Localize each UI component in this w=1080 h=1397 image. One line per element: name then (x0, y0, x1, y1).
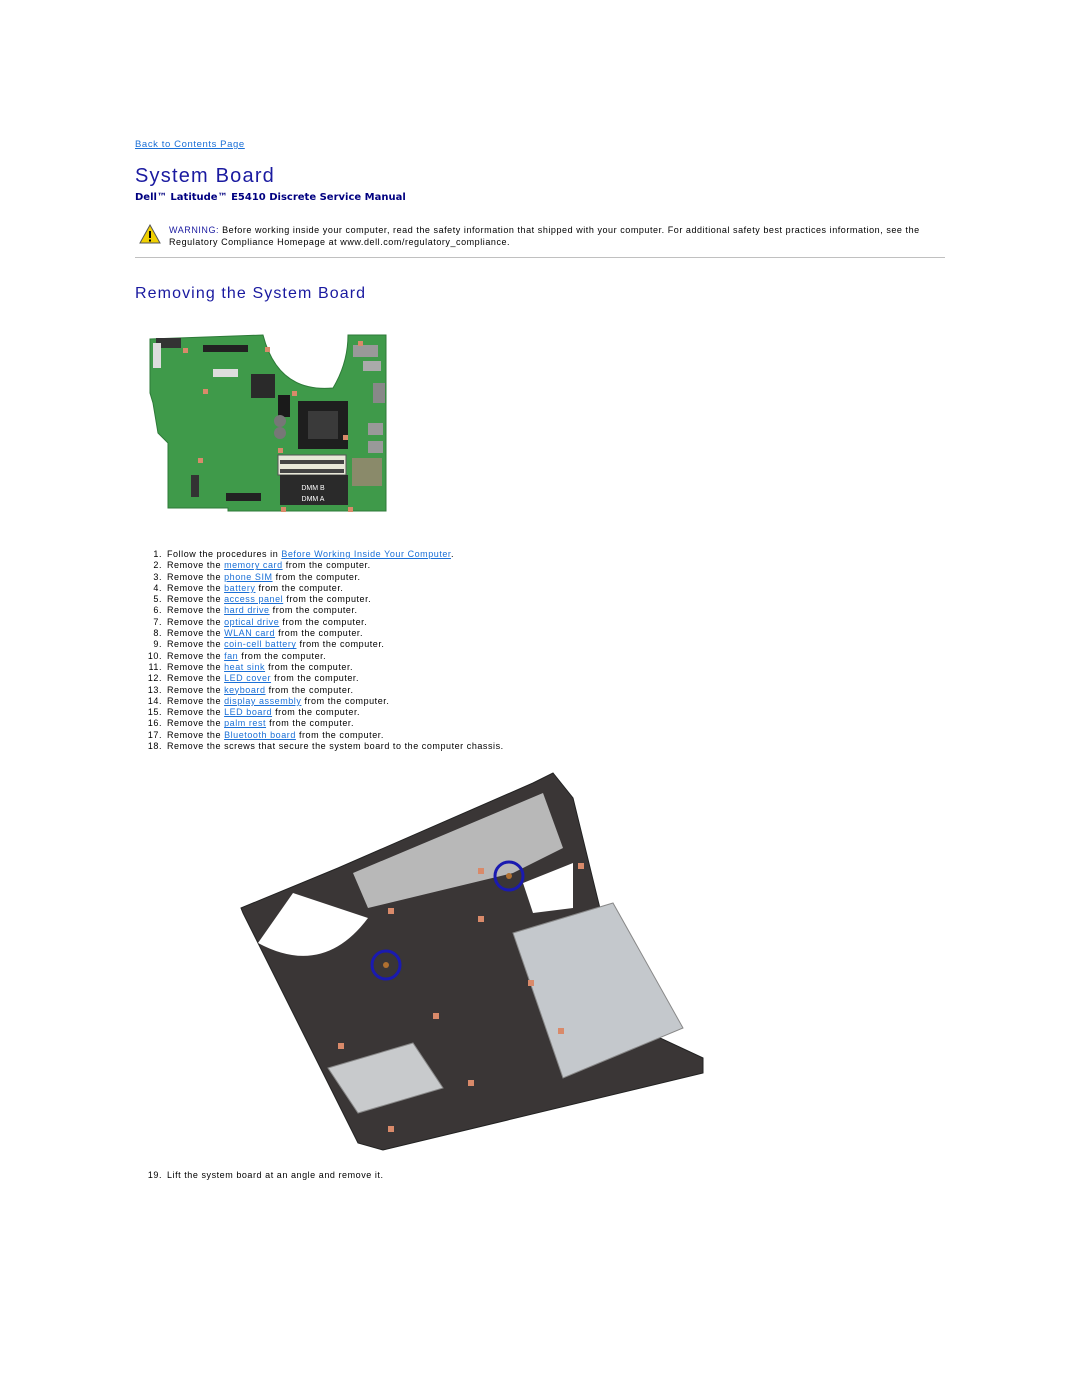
warning-notice: WARNING: Before working inside your comp… (135, 224, 945, 248)
step-item: 4. Remove the battery from the computer. (153, 582, 344, 593)
step-item: 17. Remove the Bluetooth board from the c… (147, 729, 384, 740)
step-link-before-working[interactable]: Before Working Inside Your Computer (281, 549, 451, 559)
step-item: 14. Remove the display assembly from the … (147, 695, 390, 706)
step-item: 2. Remove the memory card from the comput… (153, 560, 371, 571)
step-item: 11. Remove the heat sink from the compute… (148, 661, 354, 672)
step-link-phone-sim[interactable]: phone SIM (224, 572, 272, 582)
step-item: 6. Remove the hard drive from the compute… (153, 605, 358, 616)
step-item: 18. Remove the screws that secure the sys… (147, 741, 504, 752)
warning-text: WARNING: Before working inside your comp… (169, 224, 945, 248)
step-item: 5. Remove the access panel from the compu… (153, 594, 372, 605)
warning-body: Before working inside your computer, rea… (169, 225, 920, 247)
step-item: 16. Remove the palm rest from the compute… (147, 718, 355, 729)
steps-list: 1. Follow the procedures in Before Workin… (135, 549, 504, 752)
step-item: 8. Remove the WLAN card from the computer… (153, 628, 364, 639)
step-item: 7. Remove the optical drive from the comp… (153, 616, 368, 627)
step-item: 10. Remove the fan from the computer. (147, 650, 327, 661)
step-link-keyboard[interactable]: keyboard (224, 685, 265, 695)
back-to-contents-link[interactable]: Back to Contents Page (135, 139, 245, 150)
warning-label: WARNING: (169, 225, 220, 235)
step-item: 9. Remove the coin-cell battery from the … (153, 639, 385, 650)
step-link-battery[interactable]: battery (224, 583, 255, 593)
step-link-hard-drive[interactable]: hard drive (224, 605, 270, 615)
step-link-coin-cell-battery[interactable]: coin-cell battery (224, 639, 296, 649)
step-link-heat-sink[interactable]: heat sink (224, 662, 265, 672)
warning-triangle-icon (139, 224, 161, 244)
dimm-b-label: DMM B (301, 485, 325, 492)
system-board-image: DMM B DMM A (149, 334, 387, 512)
dimm-a-label: DMM A (302, 496, 325, 503)
page-title: System Board (135, 165, 276, 187)
step-link-bluetooth-board[interactable]: Bluetooth board (224, 730, 296, 740)
step-item: 3. Remove the phone SIM from the computer… (153, 571, 361, 582)
step-link-memory-card[interactable]: memory card (224, 560, 283, 570)
step-link-wlan-card[interactable]: WLAN card (224, 628, 275, 638)
step-item: 15. Remove the LED board from the compute… (147, 707, 361, 718)
final-step: 19. Lift the system board at an angle an… (147, 1170, 384, 1180)
section-title: Removing the System Board (135, 285, 367, 302)
step-item: 12. Remove the LED cover from the compute… (147, 673, 360, 684)
step-link-led-cover[interactable]: LED cover (224, 673, 271, 683)
step-link-optical-drive[interactable]: optical drive (224, 617, 279, 627)
step-item: 1. Follow the procedures in Before Workin… (153, 549, 455, 559)
separator (135, 257, 945, 258)
step-link-display-assembly[interactable]: display assembly (224, 696, 301, 706)
step-link-access-panel[interactable]: access panel (224, 594, 283, 604)
step-link-palm-rest[interactable]: palm rest (224, 718, 266, 728)
manual-subtitle: Dell™ Latitude™ E5410 Discrete Service M… (135, 192, 406, 203)
step-link-fan[interactable]: fan (224, 651, 238, 661)
step-item: 13. Remove the keyboard from the computer… (147, 684, 354, 695)
step-link-led-board[interactable]: LED board (224, 707, 272, 717)
chassis-screws-image (240, 772, 704, 1151)
